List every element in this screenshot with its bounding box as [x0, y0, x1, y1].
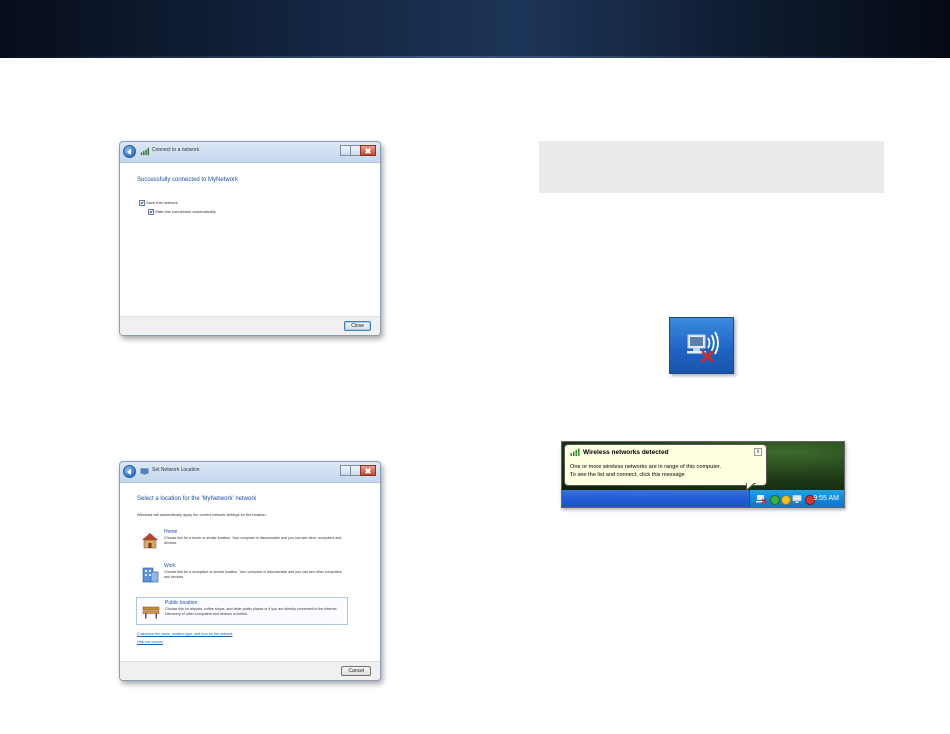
connect-network-dialog: Connect to a network Successfully connec… — [119, 141, 381, 336]
dialog-title: Connect to a network — [152, 147, 200, 153]
balloon-pointer-fill — [747, 482, 755, 489]
cancel-button[interactable]: Cancel — [341, 666, 371, 676]
location-description: Choose this for a workplace or similar l… — [164, 570, 342, 579]
wireless-network-icon — [140, 147, 149, 156]
location-option-work[interactable]: Work Choose this for a workplace or simi… — [136, 561, 348, 589]
close-button[interactable]: Close — [344, 321, 371, 331]
wireless-disconnected-tray-icon[interactable] — [756, 494, 767, 504]
start-automatically-label: Start this connection automatically — [155, 209, 216, 214]
dialog-footer: Cancel — [120, 661, 380, 680]
save-network-checkbox[interactable] — [139, 200, 145, 206]
balloon-close-button[interactable]: x — [754, 448, 762, 456]
select-location-heading: Select a location for the 'MyNetwork' ne… — [137, 496, 257, 502]
location-intro-text: Windows will automatically apply the cor… — [137, 513, 267, 517]
dialog-title: Set Network Location — [152, 467, 200, 473]
customize-network-link[interactable]: Customize the name, location type, and i… — [137, 632, 233, 636]
security-tray-icon[interactable] — [770, 495, 780, 505]
dialog-body: Select a location for the 'MyNetwork' ne… — [120, 483, 380, 680]
window-controls — [340, 465, 376, 476]
dialog-body: Successfully connected to MyNetwork Save… — [120, 163, 380, 335]
top-banner — [0, 0, 950, 58]
wireless-signal-icon — [570, 448, 580, 456]
note-box — [539, 141, 884, 193]
location-title: Work — [164, 563, 176, 569]
location-option-public[interactable]: Public location Choose this for airports… — [136, 597, 348, 625]
xp-notification-screenshot: Wireless networks detected x One or more… — [561, 441, 845, 508]
network-location-icon — [140, 468, 149, 475]
network-location-dialog: Set Network Location Select a location f… — [119, 461, 381, 681]
park-bench-icon — [142, 606, 160, 619]
location-description: Choose this for a home or similar locati… — [164, 536, 342, 545]
dialog-titlebar: Connect to a network — [120, 142, 380, 163]
balloon-message-line-1: One or more wireless networks are in ran… — [570, 464, 722, 470]
taskbar: 9:55 AM — [562, 490, 844, 507]
close-window-button[interactable] — [360, 465, 376, 476]
wireless-notification-balloon[interactable]: Wireless networks detected x One or more… — [564, 444, 767, 486]
wireless-disconnected-icon — [669, 317, 734, 374]
close-window-button[interactable] — [360, 145, 376, 156]
home-icon — [142, 533, 158, 549]
dialog-footer: Close — [120, 316, 380, 335]
taskbar-clock: 9:55 AM — [813, 495, 839, 502]
connection-success-heading: Successfully connected to MyNetwork — [137, 177, 239, 183]
work-building-icon — [142, 567, 159, 583]
dialog-titlebar: Set Network Location — [120, 462, 380, 483]
help-me-choose-link[interactable]: Help me choose — [137, 640, 163, 644]
system-tray: 9:55 AM — [749, 490, 844, 507]
save-network-label: Save this network — [146, 200, 178, 205]
location-option-home[interactable]: Home Choose this for a home or similar l… — [136, 527, 348, 555]
back-arrow-icon[interactable] — [123, 465, 136, 478]
location-title: Public location — [165, 600, 198, 606]
alert-tray-icon[interactable] — [781, 495, 791, 505]
back-arrow-icon[interactable] — [123, 145, 136, 158]
balloon-message-line-2: To see the list and connect, click this … — [570, 472, 685, 478]
balloon-title: Wireless networks detected — [583, 449, 669, 456]
location-title: Home — [164, 529, 178, 535]
start-automatically-checkbox[interactable] — [148, 209, 154, 215]
monitor-tray-icon[interactable] — [792, 494, 802, 504]
balloon-message: One or more wireless networks are in ran… — [570, 463, 721, 479]
location-description: Choose this for airports, coffee shops, … — [165, 607, 338, 616]
window-controls — [340, 145, 376, 156]
